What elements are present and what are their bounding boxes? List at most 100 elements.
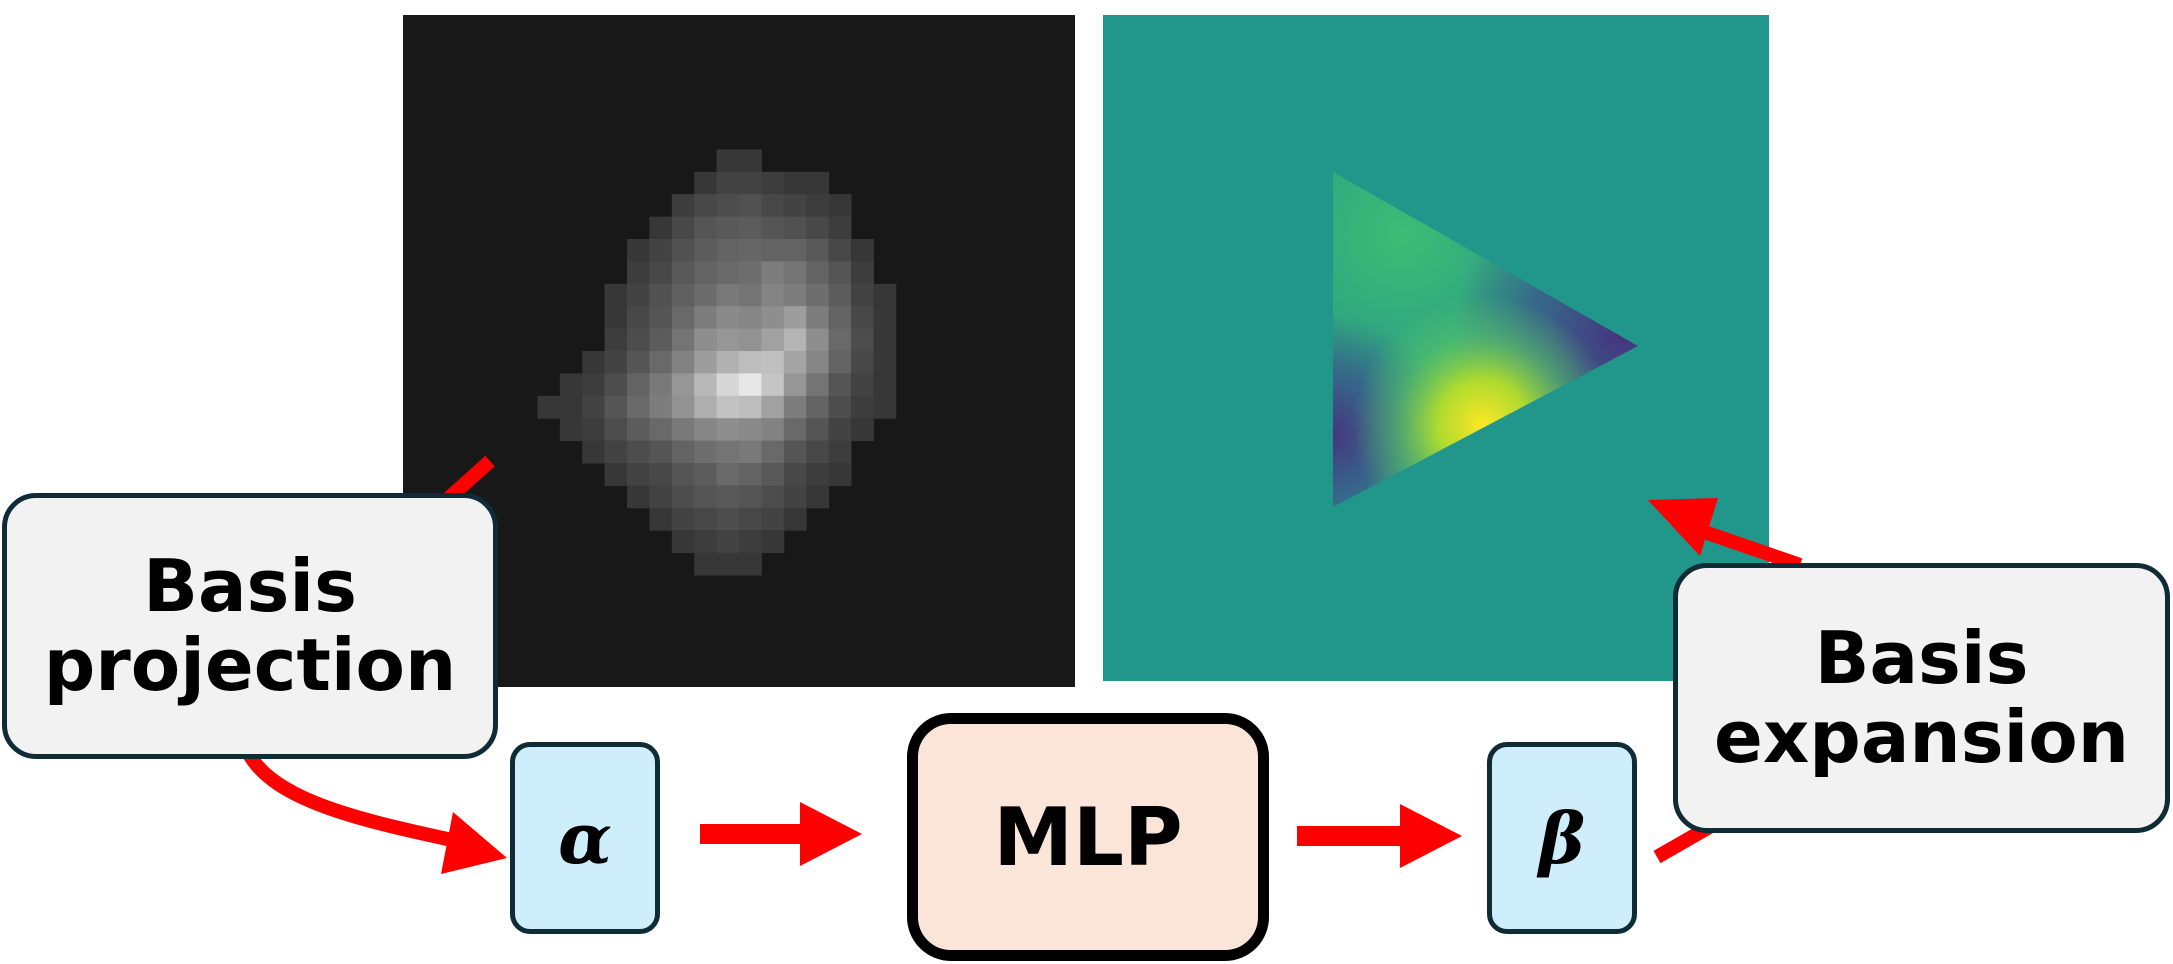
alpha-symbol: α: [558, 796, 612, 880]
pixel-cell: [761, 418, 785, 442]
pixel-cell: [761, 306, 785, 330]
pixel-cell: [649, 351, 673, 374]
pixel-cell: [694, 418, 718, 442]
pixel-cell: [851, 306, 874, 330]
pixel-cell: [828, 194, 852, 218]
pixel-cell: [671, 283, 695, 307]
pixel-cell: [694, 552, 718, 576]
pixel-cell: [761, 485, 785, 509]
pixel-cell: [582, 351, 606, 374]
pixel-cell: [783, 216, 807, 240]
pixel-cell: [582, 440, 606, 464]
pixel-cell: [739, 440, 762, 464]
projection-line1: Basis: [143, 543, 357, 628]
pixel-cell: [649, 239, 673, 262]
alpha-coefficient-box: α: [510, 742, 660, 934]
diagram-canvas: Basis projection Basis expansion α β MLP: [0, 0, 2173, 964]
pixel-cell: [806, 440, 830, 464]
pixel-cell: [671, 507, 695, 531]
pixel-cell: [671, 351, 695, 374]
pixel-cell: [828, 418, 852, 442]
pixel-cell: [828, 239, 852, 262]
pixel-cell: [783, 171, 807, 195]
pixel-cell: [716, 149, 740, 173]
pixel-cell: [627, 373, 650, 397]
pixel-cell: [627, 395, 650, 419]
pixel-cell: [627, 306, 650, 330]
pixel-cell: [739, 149, 762, 173]
pixel-cell: [716, 440, 740, 464]
pixel-cell: [739, 306, 762, 330]
pixel-cell: [694, 373, 718, 397]
beta-coefficient-box: β: [1487, 742, 1637, 934]
pixel-cell: [604, 418, 628, 442]
pixel-cell: [739, 328, 762, 352]
pixel-cell: [739, 239, 762, 262]
pixel-cell: [828, 306, 852, 330]
pixel-cell: [671, 440, 695, 464]
pixel-cell: [851, 328, 874, 352]
pixel-cell: [873, 306, 897, 330]
pixel-cell: [851, 351, 874, 374]
arrow-alpha-to-mlp-head: [800, 802, 862, 866]
pixel-cell: [649, 216, 673, 240]
pixel-cell: [851, 261, 874, 285]
pixel-cell: [627, 239, 650, 262]
pixel-cell: [783, 194, 807, 218]
pixel-cell: [694, 463, 718, 486]
pixel-cell: [716, 194, 740, 218]
pixel-cell: [806, 373, 830, 397]
pixel-cell: [739, 171, 762, 195]
pixel-cell: [537, 395, 561, 419]
pixel-cell: [716, 552, 740, 576]
pixel-cell: [694, 328, 718, 352]
pixel-cell: [761, 261, 785, 285]
pixel-cell: [694, 283, 718, 307]
pixel-cell: [627, 351, 650, 374]
pixel-cell: [649, 507, 673, 531]
pixel-cell: [716, 261, 740, 285]
pixel-cell: [671, 216, 695, 240]
pixel-cell: [783, 395, 807, 419]
pixel-cell: [627, 283, 650, 307]
pixel-cell: [694, 351, 718, 374]
pixel-cell: [716, 395, 740, 419]
pixel-cell: [649, 440, 673, 464]
pixel-cell: [604, 373, 628, 397]
pixel-cell: [761, 440, 785, 464]
pixel-cell: [851, 373, 874, 397]
pixel-cell: [806, 485, 830, 509]
pixel-cell: [851, 395, 874, 419]
pixel-cell: [671, 306, 695, 330]
pixel-cell: [739, 216, 762, 240]
pixel-cell: [716, 216, 740, 240]
pixel-cell: [851, 283, 874, 307]
pixel-cell: [783, 440, 807, 464]
pixel-cell: [627, 418, 650, 442]
pixel-cell: [806, 216, 830, 240]
pixel-cell: [604, 351, 628, 374]
pixel-cell: [694, 239, 718, 262]
pixel-cell: [828, 395, 852, 419]
pixel-cell: [671, 463, 695, 486]
pixel-cell: [559, 373, 583, 397]
pixel-cell: [649, 395, 673, 419]
pixel-cell: [806, 395, 830, 419]
mlp-block: MLP: [907, 713, 1269, 961]
pixel-cell: [739, 530, 762, 554]
pixel-cell: [716, 283, 740, 307]
pixel-cell: [873, 283, 897, 307]
basis-expansion-callout: Basis expansion: [1673, 563, 2170, 833]
arrow-alpha-to-mlp-shaft: [700, 824, 800, 844]
pixel-cell: [806, 283, 830, 307]
pixel-cell: [783, 463, 807, 486]
pixel-cell: [627, 485, 650, 509]
arrow-mlp-to-beta-shaft: [1297, 826, 1400, 846]
pixel-cell: [649, 328, 673, 352]
pixel-cell: [716, 171, 740, 195]
pixel-cell: [739, 463, 762, 486]
pixel-cell: [739, 351, 762, 374]
pixel-cell: [716, 239, 740, 262]
pixel-cell: [783, 328, 807, 352]
output-field-image: [1103, 15, 1769, 681]
